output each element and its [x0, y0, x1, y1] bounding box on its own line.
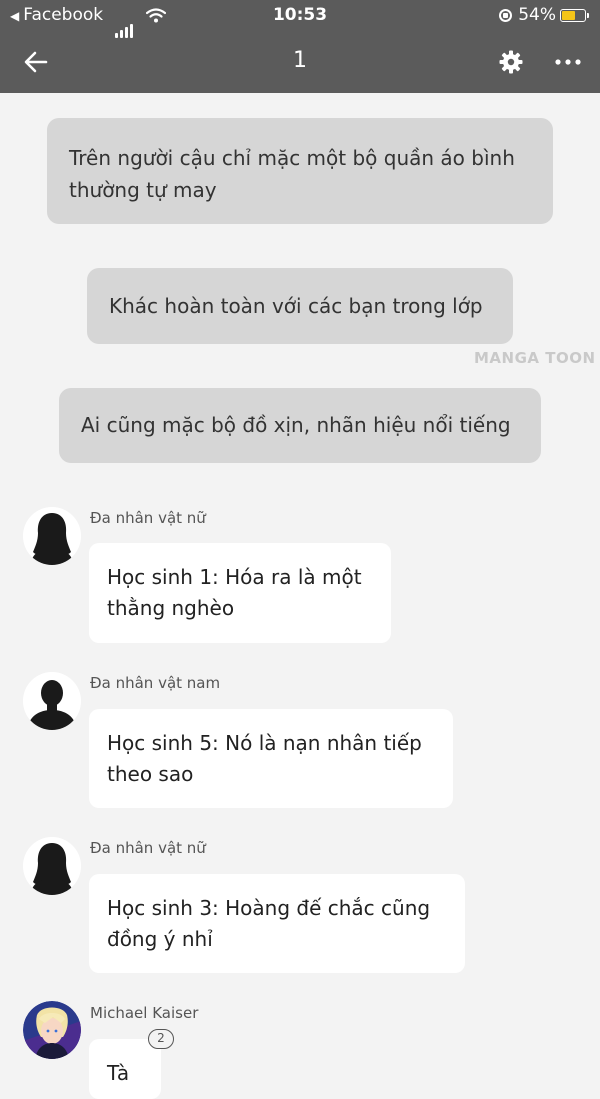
dialogue-bubble: Học sinh 5: Nó là nạn nhân tiếp theo sao	[89, 709, 453, 808]
narration-bubble: Ai cũng mặc bộ đồ xịn, nhãn hiệu nổi tiế…	[59, 388, 541, 463]
narration-bubble: Trên người cậu chỉ mặc một bộ quần áo bì…	[47, 118, 553, 224]
female-silhouette-icon	[23, 837, 81, 895]
status-right: 54%	[499, 0, 589, 30]
top-bar: ◀ Facebook 10:53 54% 1	[0, 0, 600, 93]
avatar-michael-kaiser[interactable]	[23, 1001, 81, 1059]
dialogue-bubble: Học sinh 3: Hoàng đế chắc cũng đồng ý nh…	[89, 874, 465, 973]
male-silhouette-icon	[23, 672, 81, 730]
female-silhouette-icon	[23, 507, 81, 565]
status-bar: ◀ Facebook 10:53 54%	[0, 0, 600, 38]
comment-count-badge[interactable]: 2	[148, 1029, 174, 1049]
avatar-male[interactable]	[23, 672, 81, 730]
character-name: Michael Kaiser	[90, 1004, 199, 1022]
battery-icon	[560, 8, 589, 22]
avatar-female[interactable]	[23, 507, 81, 565]
battery-percent: 54%	[518, 5, 556, 25]
dialogue-bubble: Học sinh 1: Hóa ra là một thằng nghèo	[89, 543, 391, 643]
reader-header: 1	[0, 30, 600, 93]
watermark: MANGA TOON	[474, 349, 596, 367]
character-name: Đa nhân vật nam	[90, 674, 221, 692]
avatar-female[interactable]	[23, 837, 81, 895]
character-portrait-icon	[23, 1001, 81, 1059]
rotation-lock-icon	[499, 8, 513, 22]
gear-icon[interactable]	[498, 49, 524, 75]
narration-bubble: Khác hoàn toàn với các bạn trong lớp	[87, 268, 513, 344]
more-icon[interactable]	[552, 52, 584, 72]
character-name: Đa nhân vật nữ	[90, 509, 206, 527]
character-name: Đa nhân vật nữ	[90, 839, 206, 857]
dialogue-bubble: Tà	[89, 1039, 161, 1099]
